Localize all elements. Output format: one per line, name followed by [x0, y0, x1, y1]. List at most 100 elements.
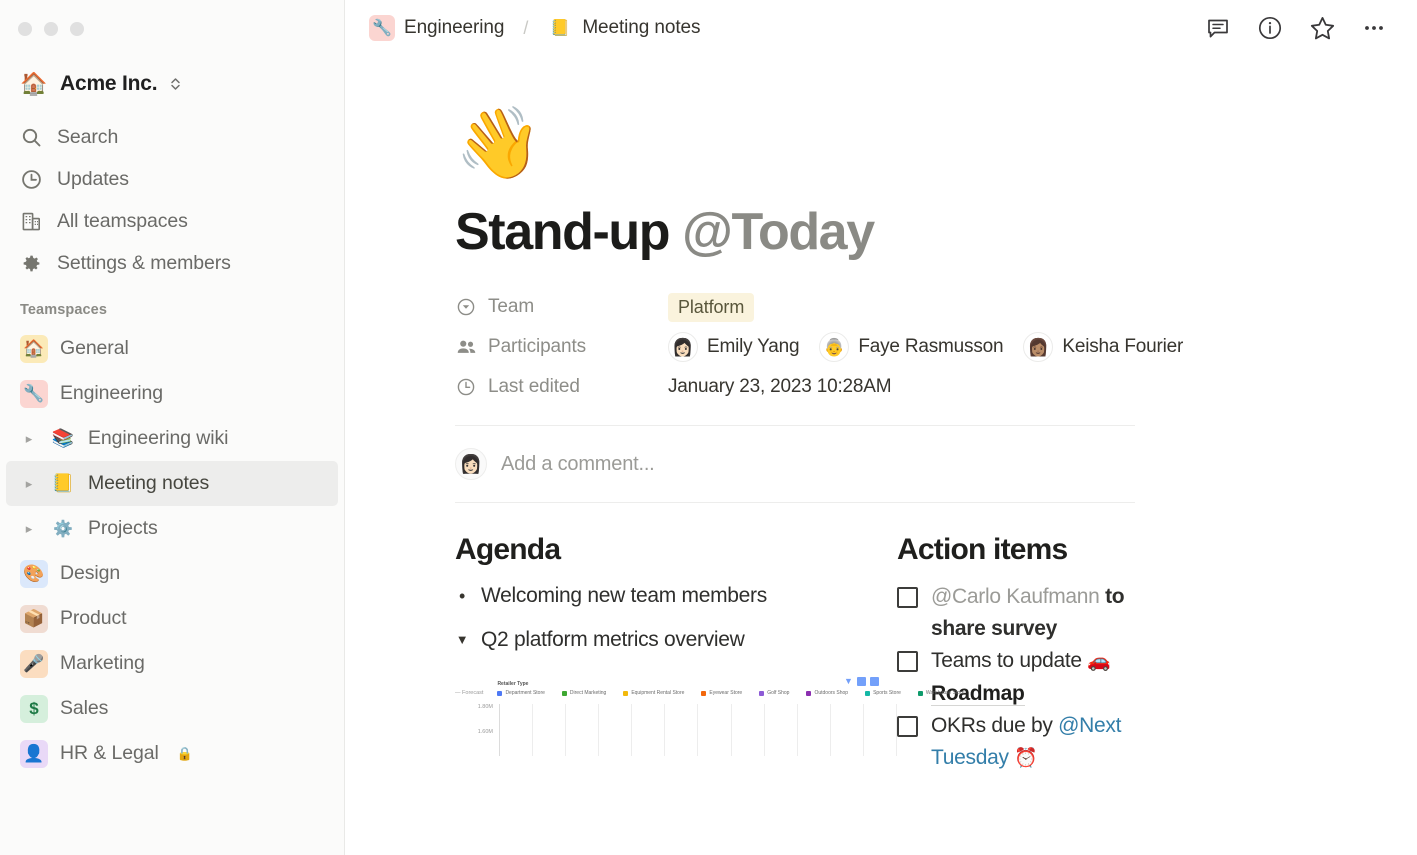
chevron-right-icon[interactable]: ▸	[20, 476, 38, 492]
comment-placeholder: Add a comment...	[501, 452, 655, 475]
avatar: 👩🏻	[455, 448, 487, 481]
sidebar-item-meeting-notes[interactable]: ▸ 📒 Meeting notes	[6, 461, 338, 506]
agenda-item-label: Welcoming new team members	[481, 584, 767, 608]
comment-icon[interactable]	[1203, 13, 1233, 43]
sidebar-item-search[interactable]: Search	[6, 116, 338, 158]
legend-swatch	[561, 690, 567, 696]
y-tick-label: 1.60M	[477, 729, 493, 736]
notebook-icon: 📒	[51, 473, 75, 493]
sidebar-item-label: General	[60, 337, 129, 359]
property-value-team[interactable]: Platform	[668, 292, 755, 322]
todo-label: Teams to update 🚗 Roadmap	[931, 645, 1135, 710]
property-value-participants[interactable]: 👩🏻 Emily Yang 👵 Faye Rasmusson 👩🏽 Keisha…	[668, 332, 1203, 363]
y-tick-label: 1.80M	[477, 704, 493, 711]
todo-text-plain: OKRs due by	[931, 714, 1059, 738]
sidebar-item-label: Meeting notes	[88, 472, 210, 494]
mention-carlo-kaufmann[interactable]: @Carlo Kaufmann	[931, 585, 1100, 608]
app-window: 🏠 Acme Inc. Search Updates All teamspace…	[0, 0, 1417, 855]
filter-icon[interactable]: ▼	[844, 677, 853, 686]
sidebar-item-updates[interactable]: Updates	[6, 158, 338, 200]
checkbox[interactable]	[897, 716, 918, 738]
sidebar: 🏠 Acme Inc. Search Updates All teamspace…	[0, 0, 345, 855]
sidebar-item-projects[interactable]: ▸ ⚙️ Projects	[6, 506, 338, 551]
list-item[interactable]: • Welcoming new team members	[455, 581, 897, 625]
property-key-team[interactable]: Team	[455, 296, 668, 318]
legend-swatch	[806, 690, 812, 696]
building-icon	[20, 210, 43, 233]
workspace-switcher[interactable]: 🏠 Acme Inc.	[6, 62, 336, 106]
chevron-updown-icon	[170, 76, 181, 92]
chart-gridlines	[499, 704, 897, 757]
star-icon[interactable]	[1307, 13, 1337, 43]
agenda-heading: Agenda	[455, 533, 561, 567]
checkbox[interactable]	[897, 651, 918, 673]
legend-item: Eyewear Store	[701, 690, 742, 696]
embedded-chart[interactable]: ▼ — Forecast Retailer Type Department St…	[455, 675, 965, 757]
dollar-icon: $	[20, 694, 48, 723]
checkbox[interactable]	[897, 587, 918, 609]
sidebar-item-label: Projects	[88, 517, 158, 539]
chevron-right-icon[interactable]: ▸	[20, 431, 38, 447]
divider	[455, 502, 1135, 504]
window-controls[interactable]	[0, 0, 344, 36]
grid-icon[interactable]	[857, 677, 866, 687]
property-key-last-edited[interactable]: Last edited	[455, 376, 668, 398]
chart-toolbar[interactable]: ▼	[844, 677, 879, 687]
sidebar-item-product[interactable]: 📦 Product	[6, 596, 338, 641]
sidebar-item-label: Settings & members	[57, 251, 231, 274]
table-icon[interactable]	[870, 677, 879, 687]
sidebar-item-all-teamspaces[interactable]: All teamspaces	[6, 200, 338, 242]
page-emoji-icon[interactable]: 👋	[455, 108, 1135, 178]
sidebar-item-engineering[interactable]: 🔧 Engineering	[6, 371, 338, 416]
home-icon: 🏠	[20, 71, 48, 96]
chevron-right-icon[interactable]: ▸	[20, 521, 38, 537]
legend-swatch	[497, 690, 503, 696]
grid-cell	[599, 704, 633, 757]
lock-icon: 🔒	[176, 745, 193, 761]
alarm-clock-icon: ⏰	[1014, 748, 1038, 770]
todo-item[interactable]: OKRs due by @Next Tuesday ⏰	[897, 710, 1135, 775]
sidebar-item-settings-members[interactable]: Settings & members	[6, 242, 338, 284]
property-row-team: Team Platform	[455, 287, 1135, 327]
chevron-down-icon[interactable]: ▼	[455, 625, 469, 655]
sidebar-item-design[interactable]: 🎨 Design	[6, 551, 338, 596]
sidebar-item-hr-legal[interactable]: 👤 HR & Legal 🔒	[6, 731, 338, 776]
property-row-participants: Participants 👩🏻 Emily Yang 👵 Faye Rasmus…	[455, 327, 1183, 367]
info-icon[interactable]	[1255, 13, 1285, 43]
participant-emily-yang[interactable]: 👩🏻 Emily Yang	[668, 332, 800, 363]
add-comment-input[interactable]: 👩🏻 Add a comment...	[455, 426, 1135, 502]
sidebar-item-label: Engineering	[60, 382, 163, 404]
page-title-mention[interactable]: @Today	[682, 203, 875, 261]
workspace-name: Acme Inc.	[60, 72, 158, 95]
property-key-participants[interactable]: Participants	[455, 336, 668, 358]
window-minimize-dot[interactable]	[44, 22, 58, 36]
column-action-items: Action items @Carlo Kaufmann to share su…	[897, 533, 1135, 775]
sidebar-item-marketing[interactable]: 🎤 Marketing	[6, 641, 338, 686]
grid-cell	[566, 704, 600, 757]
participant-faye-rasmusson[interactable]: 👵 Faye Rasmusson	[819, 332, 1004, 363]
breadcrumb-item-engineering[interactable]: 🔧 Engineering	[363, 12, 510, 44]
window-close-dot[interactable]	[18, 22, 32, 36]
sidebar-item-sales[interactable]: $ Sales	[6, 686, 338, 731]
window-maximize-dot[interactable]	[70, 22, 84, 36]
sidebar-item-engineering-wiki[interactable]: ▸ 📚 Engineering wiki	[6, 416, 338, 461]
sidebar-item-label: All teamspaces	[57, 209, 188, 232]
participant-keisha-fourier[interactable]: 👩🏽 Keisha Fourier	[1023, 332, 1183, 363]
more-icon[interactable]	[1359, 13, 1389, 43]
chart-header: — Forecast Retailer Type Department Stor…	[455, 675, 965, 697]
bullet-icon: •	[458, 586, 465, 607]
legend-swatch	[623, 690, 629, 696]
sidebar-item-label: Updates	[57, 167, 129, 190]
microphone-icon: 🎤	[20, 649, 48, 678]
page-title-text: Stand-up	[455, 203, 683, 261]
breadcrumb-item-meeting-notes[interactable]: 📒 Meeting notes	[541, 12, 706, 44]
books-icon: 📚	[51, 428, 75, 448]
grid-cell	[765, 704, 798, 757]
todo-item[interactable]: Teams to update 🚗 Roadmap	[897, 645, 1135, 710]
sidebar-item-general[interactable]: 🏠 General	[6, 326, 338, 371]
select-icon	[455, 296, 477, 318]
legend-label: Department Store	[505, 690, 545, 697]
list-item[interactable]: ▼ Q2 platform metrics overview	[455, 625, 897, 669]
topbar: 🔧 Engineering / 📒 Meeting notes	[345, 0, 1417, 56]
todo-item[interactable]: @Carlo Kaufmann to share survey	[897, 581, 1135, 645]
